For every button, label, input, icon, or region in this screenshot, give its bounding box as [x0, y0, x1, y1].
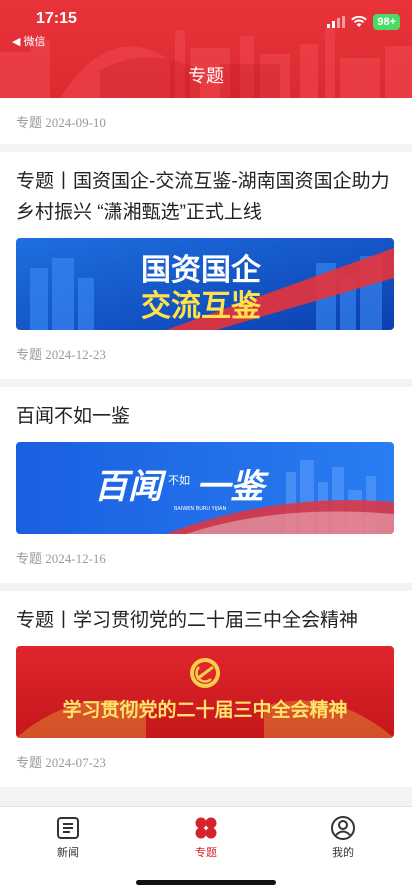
item-date: 专题 2024-09-10: [16, 115, 106, 130]
item-date: 专题 2024-07-23: [16, 755, 106, 770]
list-item[interactable]: 专题丨学习贯彻党的二十届三中全会精神 学习贯彻党的二十届三中全会精神 专题 20…: [0, 591, 412, 787]
back-to-wechat-link[interactable]: ◀ 微信: [12, 33, 46, 49]
banner-text: 学习贯彻党的二十届三中全会精神: [62, 698, 347, 721]
status-time: 17:15: [36, 10, 77, 27]
item-banner-image[interactable]: 学习贯彻党的二十届三中全会精神: [16, 646, 394, 738]
tab-profile[interactable]: 我的: [303, 815, 383, 860]
item-title: 专题丨学习贯彻党的二十届三中全会精神: [16, 610, 359, 631]
list-item[interactable]: 百闻不如一鉴 百闻 不如 一鉴 BAIWEN BURU YIJIAN 专题 20…: [0, 387, 412, 583]
item-date: 专题 2024-12-23: [16, 347, 106, 362]
banner-text-line2: 交流互鉴: [141, 289, 262, 324]
signal-icon: [327, 16, 346, 28]
topics-grid-icon: [195, 817, 217, 839]
page-title: 专题: [188, 66, 224, 86]
item-title: 专题丨国资国企-交流互鉴-湖南国资国企助力乡村振兴 “潇湘甄选”正式上线: [16, 171, 390, 223]
home-indicator[interactable]: [136, 880, 276, 885]
tab-news[interactable]: 新闻: [28, 815, 108, 860]
battery-indicator: 98+: [373, 14, 400, 30]
item-title: 百闻不如一鉴: [16, 406, 131, 427]
profile-icon: [331, 816, 355, 840]
party-emblem-icon: [190, 658, 220, 688]
tab-label: 新闻: [57, 847, 79, 859]
banner-pinyin: BAIWEN BURU YIJIAN: [174, 506, 226, 512]
list-item[interactable]: 专题丨国资国企-交流互鉴-湖南国资国企助力乡村振兴 “潇湘甄选”正式上线 国资国…: [0, 152, 412, 379]
item-banner-image[interactable]: 国资国企 交流互鉴: [16, 238, 394, 330]
tab-label: 我的: [332, 847, 354, 859]
tab-topics[interactable]: 专题: [166, 815, 246, 860]
banner-text-end: 一鉴: [196, 467, 269, 507]
list-item[interactable]: 专题 2024-09-10: [0, 98, 412, 144]
status-bar: 17:15 ◀ 微信 98+: [0, 0, 412, 48]
tab-label: 专题: [195, 847, 217, 859]
item-banner-image[interactable]: 百闻 不如 一鉴 BAIWEN BURU YIJIAN: [16, 442, 394, 534]
status-icons: 98+: [327, 14, 400, 30]
topics-feed[interactable]: 专题 2024-09-10 专题丨国资国企-交流互鉴-湖南国资国企助力乡村振兴 …: [0, 98, 412, 806]
banner-text-small: 不如: [168, 473, 190, 487]
news-icon: [57, 817, 79, 839]
banner-text-main: 百闻: [94, 467, 167, 507]
header-bar: 17:15 ◀ 微信 98+ 专题: [0, 0, 412, 98]
banner-text-line1: 国资国企: [141, 253, 262, 288]
wifi-icon: [351, 16, 368, 27]
item-date: 专题 2024-12-16: [16, 551, 106, 566]
